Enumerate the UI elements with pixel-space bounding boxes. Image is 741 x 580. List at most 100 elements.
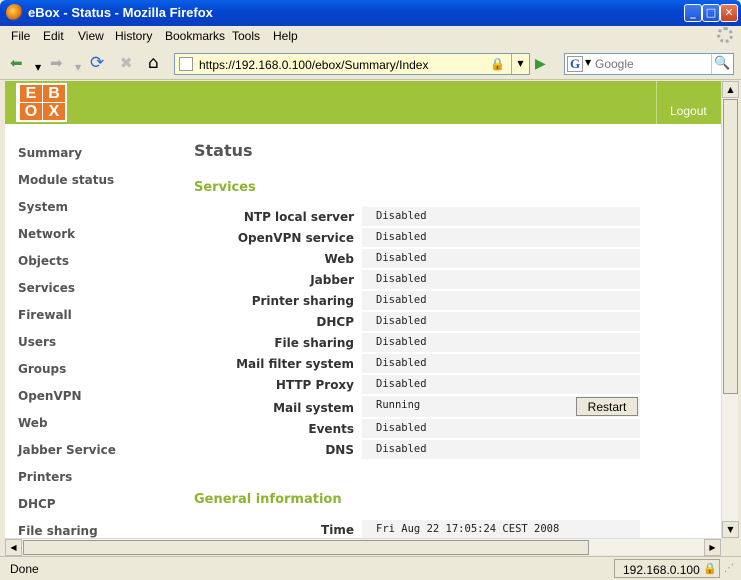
page-viewport: E B O X Logout Summary Module status Sys… — [5, 81, 721, 538]
sidebar-item-dhcp[interactable]: DHCP — [18, 497, 116, 524]
service-row-web: Web Disabled — [194, 248, 640, 269]
scroll-up-icon[interactable]: ▲ — [722, 81, 739, 98]
logo-letter-x: X — [43, 103, 65, 120]
service-status-text: Disabled — [376, 231, 427, 243]
reload-button[interactable]: ⟳ — [90, 54, 104, 72]
menu-bookmarks[interactable]: Bookmarks — [165, 29, 225, 43]
sidebar-item-printers[interactable]: Printers — [18, 470, 116, 497]
home-button[interactable]: ⌂ — [148, 54, 159, 72]
service-status-text: Disabled — [376, 357, 427, 369]
restart-mail-system-button[interactable]: Restart — [576, 397, 638, 416]
service-status: Disabled — [362, 440, 640, 459]
sidebar-item-jabber-service[interactable]: Jabber Service — [18, 443, 116, 470]
service-status-text: Disabled — [376, 315, 427, 327]
forward-dropdown-icon[interactable]: ▼ — [75, 59, 81, 77]
logo-letter-e: E — [20, 85, 42, 102]
sidebar-item-file-sharing[interactable]: File sharing — [18, 524, 116, 538]
service-status-text: Running — [376, 399, 421, 411]
service-status: Disabled — [362, 270, 640, 289]
service-label: Mail system — [273, 401, 354, 415]
secure-lock-icon[interactable]: 🔒 — [703, 562, 717, 575]
menu-file[interactable]: File — [11, 29, 30, 43]
lock-icon[interactable]: 🔒 — [490, 57, 505, 71]
scroll-right-icon[interactable]: ▶ — [704, 539, 721, 556]
sidebar-item-module-status[interactable]: Module status — [18, 173, 116, 200]
service-status-text: Disabled — [376, 422, 427, 434]
service-row-openvpn: OpenVPN service Disabled — [194, 227, 640, 248]
menu-history[interactable]: History — [115, 29, 152, 43]
service-status-text: Disabled — [376, 252, 427, 264]
service-row-http-proxy: HTTP Proxy Disabled — [194, 374, 640, 395]
logout-link[interactable]: Logout — [670, 104, 707, 118]
service-row-mail-filter: Mail filter system Disabled — [194, 353, 640, 374]
menu-help[interactable]: Help — [273, 29, 298, 43]
sidebar-item-openvpn[interactable]: OpenVPN — [18, 389, 116, 416]
service-label: DNS — [325, 443, 354, 457]
close-button[interactable]: ✕ — [720, 4, 738, 22]
service-status: Disabled — [362, 312, 640, 331]
service-status: Disabled — [362, 333, 640, 352]
service-status: Running Restart — [362, 396, 640, 417]
url-dropdown-icon[interactable]: ▼ — [511, 54, 529, 74]
header-divider — [656, 81, 657, 124]
horizontal-scroll-thumb[interactable] — [23, 540, 589, 555]
service-status-text: Disabled — [376, 210, 427, 222]
page-icon — [179, 57, 193, 71]
sidebar-item-web[interactable]: Web — [18, 416, 116, 443]
service-status-text: Disabled — [376, 378, 427, 390]
url-text[interactable]: https://192.168.0.100/ebox/Summary/Index — [199, 58, 428, 72]
throbber-icon — [717, 27, 733, 43]
sidebar-item-users[interactable]: Users — [18, 335, 116, 362]
back-dropdown-icon[interactable]: ▼ — [35, 59, 41, 77]
back-button[interactable]: ⬅ — [10, 54, 23, 72]
menu-edit[interactable]: Edit — [43, 29, 64, 43]
maximize-button[interactable]: □ — [702, 4, 720, 22]
general-label: Time — [321, 523, 354, 537]
search-icon[interactable]: 🔍 — [711, 54, 733, 74]
menu-view[interactable]: View — [78, 29, 104, 43]
service-status: Disabled — [362, 375, 640, 394]
ebox-header: E B O X Logout — [5, 81, 721, 124]
service-label: OpenVPN service — [237, 231, 354, 245]
minimize-button[interactable]: _ — [684, 4, 702, 22]
sidebar-item-objects[interactable]: Objects — [18, 254, 116, 281]
service-label: File sharing — [274, 336, 354, 350]
window-titlebar: eBox - Status - Mozilla Firefox _ □ ✕ — [0, 0, 741, 26]
sidebar-item-network[interactable]: Network — [18, 227, 116, 254]
search-box: G ▼ 🔍 — [564, 53, 734, 75]
sidebar-item-services[interactable]: Services — [18, 281, 116, 308]
menu-tools[interactable]: Tools — [232, 29, 260, 43]
general-value-text: Fri Aug 22 17:05:24 CEST 2008 — [376, 523, 560, 535]
sidebar-item-summary[interactable]: Summary — [18, 146, 116, 173]
resize-grip-icon[interactable]: ⋰ — [724, 563, 734, 574]
ebox-logo[interactable]: E B O X — [16, 83, 67, 122]
page-title: Status — [194, 141, 253, 160]
scroll-down-icon[interactable]: ▼ — [722, 521, 739, 538]
forward-button[interactable]: ➡ — [50, 54, 63, 72]
horizontal-scrollbar[interactable]: ◀ ▶ — [5, 538, 721, 556]
google-icon[interactable]: G — [567, 56, 583, 72]
vertical-scrollbar[interactable]: ▲ ▼ — [721, 81, 739, 538]
service-status: Disabled — [362, 228, 640, 247]
scroll-left-icon[interactable]: ◀ — [5, 539, 22, 556]
service-row-dhcp: DHCP Disabled — [194, 311, 640, 332]
firefox-icon — [6, 4, 23, 21]
sidebar-item-firewall[interactable]: Firewall — [18, 308, 116, 335]
url-bar[interactable]: https://192.168.0.100/ebox/Summary/Index… — [174, 53, 530, 75]
general-row-time: Time Fri Aug 22 17:05:24 CEST 2008 — [194, 519, 640, 538]
status-text: Done — [10, 562, 39, 576]
service-status-text: Disabled — [376, 294, 427, 306]
sidebar-item-system[interactable]: System — [18, 200, 116, 227]
service-label: Events — [308, 422, 354, 436]
stop-button[interactable]: ✖ — [120, 54, 133, 72]
service-label: Web — [324, 252, 354, 266]
sidebar-item-groups[interactable]: Groups — [18, 362, 116, 389]
go-button[interactable]: ▶ — [535, 56, 546, 72]
vertical-scroll-thumb[interactable] — [723, 99, 738, 394]
search-input[interactable] — [595, 55, 707, 73]
search-engine-dropdown-icon[interactable]: ▼ — [585, 58, 591, 67]
sidebar-menu: Summary Module status System Network Obj… — [18, 146, 116, 538]
service-status: Disabled — [362, 207, 640, 226]
services-table: NTP local server Disabled OpenVPN servic… — [194, 206, 640, 460]
service-row-ntp: NTP local server Disabled — [194, 206, 640, 227]
